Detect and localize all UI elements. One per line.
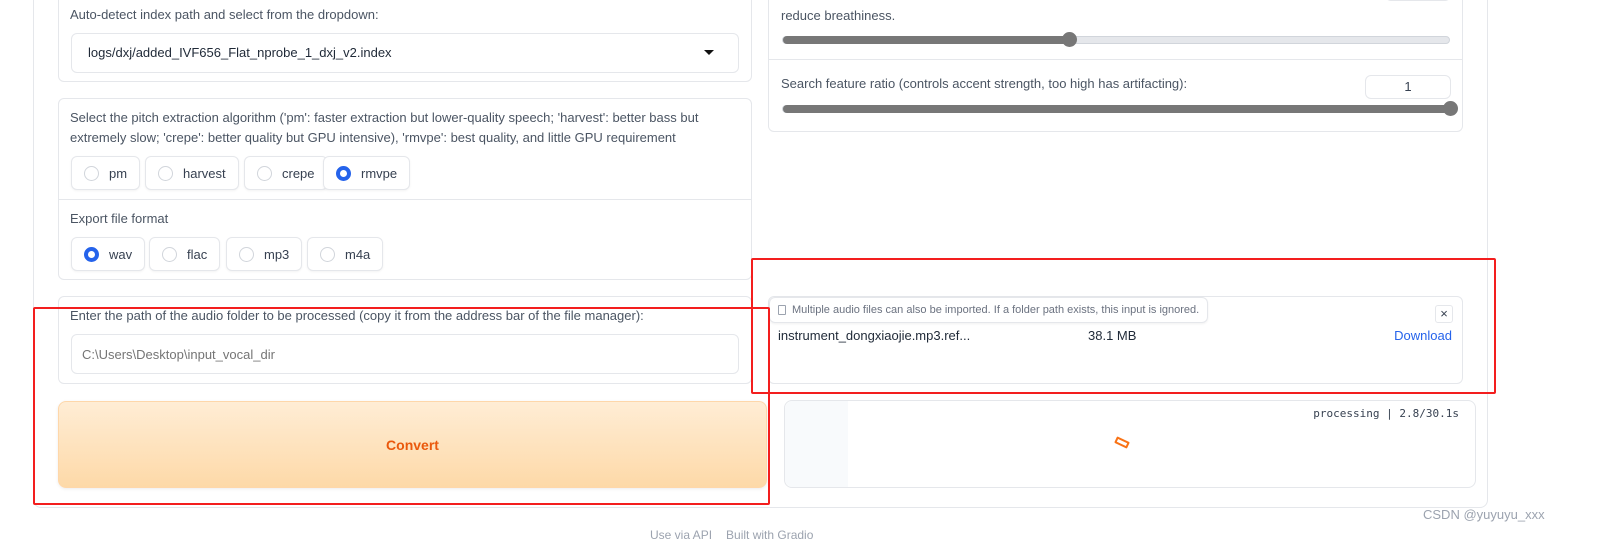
chevron-down-icon — [704, 50, 714, 55]
output-block: processing | 2.8/30.1s — [784, 400, 1476, 488]
radio-mp3[interactable]: mp3 — [226, 237, 303, 271]
format-label: Export file format — [70, 211, 169, 226]
breath-slider[interactable] — [782, 32, 1450, 47]
index-label: Auto-detect index path and select from t… — [70, 7, 379, 22]
radio-icon — [162, 246, 177, 262]
radio-label: mp3 — [264, 246, 290, 262]
index-dropdown[interactable]: logs/dxj/added_IVF656_Flat_nprobe_1_dxj_… — [71, 33, 739, 73]
watermark: CSDN @yuyuyu_xxx — [1423, 507, 1545, 522]
radio-flac[interactable]: flac — [149, 237, 221, 271]
radio-icon — [320, 246, 335, 262]
radio-label: pm — [109, 165, 128, 181]
feature-label: Search feature ratio (controls accent st… — [781, 76, 1188, 91]
params-block: reduce breathiness. Search feature ratio… — [768, 0, 1463, 132]
progress-track — [785, 401, 848, 487]
radio-label: crepe — [282, 165, 315, 181]
radio-icon — [257, 165, 272, 181]
progress-status: processing | 2.8/30.1s — [1313, 407, 1459, 420]
radio-selected-icon — [84, 246, 99, 262]
radio-label: wav — [109, 246, 133, 262]
breath-number-input[interactable] — [1385, 0, 1451, 1]
breath-slider-fill — [783, 36, 1071, 44]
radio-label: rmvpe — [361, 165, 398, 181]
api-link[interactable]: Use via API — [650, 528, 712, 542]
radio-selected-icon — [336, 165, 351, 181]
feature-number-input[interactable]: 1 — [1365, 75, 1451, 99]
radio-label: flac — [187, 246, 208, 262]
gradio-link[interactable]: Built with Gradio — [726, 528, 813, 542]
index-block: Auto-detect index path and select from t… — [58, 0, 752, 82]
annotation-box-left — [33, 307, 770, 505]
divider — [59, 199, 751, 200]
radio-pm[interactable]: pm — [71, 156, 141, 190]
footer: Use via API Built with Gradio — [650, 528, 813, 542]
pitch-format-block: Select the pitch extraction algorithm ('… — [58, 98, 752, 280]
divider — [769, 59, 1462, 60]
breath-slider-thumb[interactable] — [1062, 32, 1078, 47]
radio-icon — [84, 165, 99, 181]
radio-harvest[interactable]: harvest — [145, 156, 239, 190]
radio-rmvpe[interactable]: rmvpe — [323, 156, 411, 190]
radio-m4a[interactable]: m4a — [307, 237, 384, 271]
index-value: logs/dxj/added_IVF656_Flat_nprobe_1_dxj_… — [88, 45, 392, 60]
radio-icon — [158, 165, 173, 181]
radio-icon — [239, 246, 254, 262]
feature-slider-thumb[interactable] — [1443, 101, 1458, 116]
loading-spinner-icon — [1114, 436, 1130, 449]
feature-slider-fill — [783, 105, 1451, 113]
annotation-box-right — [751, 258, 1496, 394]
pitch-label: Select the pitch extraction algorithm ('… — [70, 110, 699, 145]
breath-label: reduce breathiness. — [781, 8, 896, 23]
radio-crepe[interactable]: crepe — [244, 156, 328, 190]
feature-slider[interactable] — [782, 101, 1458, 116]
radio-wav[interactable]: wav — [71, 237, 146, 271]
radio-label: m4a — [345, 246, 371, 262]
radio-label: harvest — [183, 165, 226, 181]
